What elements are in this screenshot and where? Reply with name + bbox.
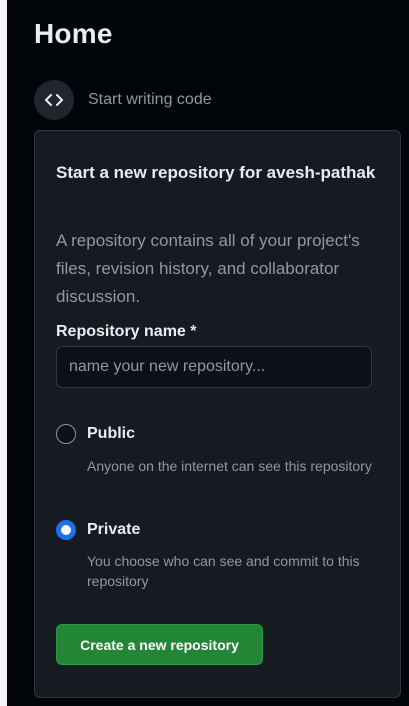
new-repository-heading: Start a new repository for avesh-pathak (56, 163, 376, 182)
new-repository-card: Start a new repository for avesh-pathak … (34, 130, 401, 698)
public-label: Public (87, 425, 136, 442)
new-repository-description: A repository contains all of your projec… (56, 231, 360, 306)
home-page: Home Start writing code Start a new repo… (0, 0, 409, 706)
start-writing-code-label: Start writing code (88, 91, 212, 108)
private-label: Private (87, 521, 141, 538)
visibility-public-option[interactable]: Public (56, 424, 135, 444)
start-writing-code-link[interactable]: Start writing code (34, 80, 212, 120)
code-icon (34, 80, 74, 120)
public-description: Anyone on the internet can see this repo… (87, 458, 372, 474)
repository-name-label: Repository name * (56, 323, 197, 340)
private-description: You choose who can see and commit to thi… (87, 553, 360, 589)
private-radio[interactable] (56, 520, 76, 540)
create-repository-button[interactable]: Create a new repository (56, 624, 263, 665)
visibility-private-option[interactable]: Private (56, 520, 140, 540)
repository-name-input[interactable] (56, 346, 372, 388)
page-title: Home (34, 18, 113, 49)
public-radio[interactable] (56, 424, 76, 444)
